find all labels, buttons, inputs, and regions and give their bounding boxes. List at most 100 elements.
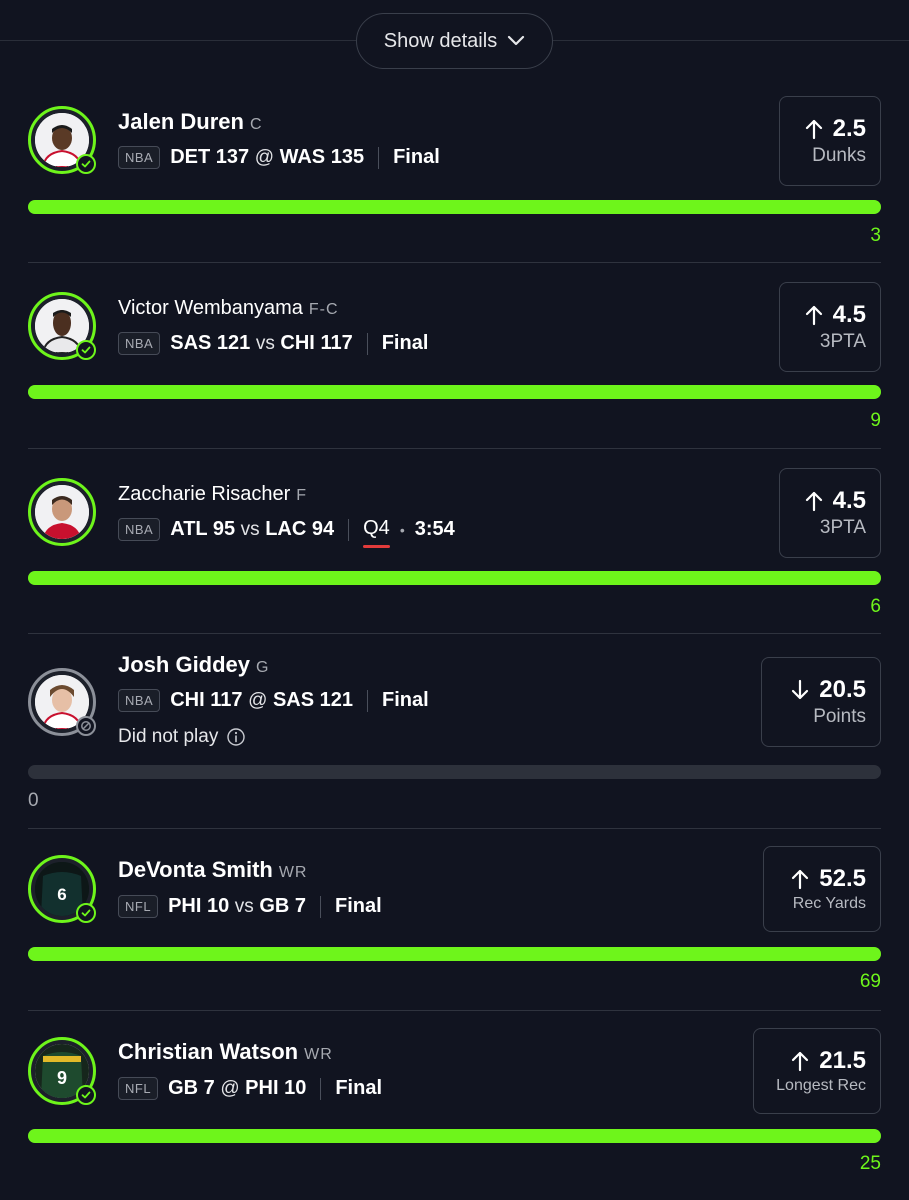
progress-bar <box>28 947 881 961</box>
player-position: F-C <box>308 301 339 318</box>
arrow-down-icon <box>792 679 809 700</box>
game-status: Final <box>381 332 429 354</box>
line-value: 4.5 <box>832 301 866 328</box>
progress-fill <box>28 571 881 585</box>
player-name-text: Jalen Duren <box>118 109 244 134</box>
stat-type: Longest Rec <box>776 1077 866 1094</box>
line-value: 2.5 <box>832 115 866 142</box>
game-status: Final <box>382 689 429 711</box>
player-name: Christian Watson WR <box>118 1039 333 1065</box>
line-value: 20.5 <box>819 676 866 703</box>
divider <box>348 518 350 541</box>
projection-box[interactable]: 4.5 3PTA <box>779 468 881 558</box>
card-divider <box>28 1010 881 1011</box>
stat-type: Points <box>813 706 866 727</box>
arrow-up-icon <box>805 305 822 326</box>
player-name: Josh Giddey G <box>118 652 270 678</box>
player-name: Jalen Duren C <box>118 109 263 135</box>
divider <box>320 1077 322 1100</box>
projection-box[interactable]: 52.5 Rec Yards <box>763 846 881 932</box>
check-icon <box>76 903 96 923</box>
actual-result: 3 <box>870 225 881 246</box>
stat-type: Rec Yards <box>792 895 866 912</box>
progress-fill <box>28 947 881 961</box>
progress-fill <box>28 200 881 214</box>
card-divider <box>28 633 881 634</box>
not-played-icon <box>76 716 96 736</box>
game-info: NBA ATL 95 vs LAC 94 Q4 • 3:54 <box>118 517 455 548</box>
league-badge: NBA <box>118 689 161 712</box>
player-avatar: 6 <box>28 855 96 923</box>
player-name: Zaccharie Risacher F <box>118 483 307 506</box>
did-not-play-label: Did not play <box>118 726 219 747</box>
game-score: PHI 10 vs GB 7 <box>168 895 307 917</box>
actual-result: 6 <box>870 596 881 617</box>
svg-text:9: 9 <box>57 1068 67 1088</box>
stat-type: 3PTA <box>819 517 866 538</box>
separator-dot: • <box>399 521 405 538</box>
divider <box>366 332 368 355</box>
projection-box[interactable]: 2.5 Dunks <box>779 96 881 186</box>
player-name-text: DeVonta Smith <box>118 857 273 882</box>
game-info: NBA SAS 121 vs CHI 117 Final <box>118 332 428 355</box>
player-position: WR <box>278 864 308 881</box>
player-avatar: 9 <box>28 1037 96 1105</box>
player-name: DeVonta Smith WR <box>118 857 307 883</box>
divider <box>320 895 322 918</box>
card-divider <box>28 448 881 449</box>
actual-result: 0 <box>28 790 39 811</box>
game-info: NBA DET 137 @ WAS 135 Final <box>118 146 440 169</box>
card-divider <box>28 828 881 829</box>
divider <box>378 146 380 169</box>
progress-fill <box>28 1129 881 1143</box>
progress-bar <box>28 765 881 779</box>
pick-results-page: Show details Jalen Duren C NBA DET 137 @… <box>0 0 909 1200</box>
game-info: NFL PHI 10 vs GB 7 Final <box>118 895 382 918</box>
player-name: Victor Wembanyama F-C <box>118 297 339 320</box>
actual-result: 9 <box>870 410 881 431</box>
league-badge: NBA <box>118 518 161 541</box>
show-details-button[interactable]: Show details <box>356 13 553 69</box>
chevron-down-icon <box>508 35 525 46</box>
svg-text:6: 6 <box>57 885 66 904</box>
game-quarter: Q4 <box>363 517 390 548</box>
arrow-up-icon <box>792 869 809 890</box>
progress-bar <box>28 1129 881 1143</box>
league-badge: NFL <box>118 895 159 918</box>
show-details-label: Show details <box>383 29 498 52</box>
stat-type: 3PTA <box>819 331 866 352</box>
player-position: WR <box>304 1046 333 1063</box>
player-avatar <box>28 668 96 736</box>
game-score: SAS 121 vs CHI 117 <box>170 332 353 354</box>
game-clock: 3:54 <box>414 518 455 540</box>
check-icon <box>76 340 96 360</box>
line-value: 4.5 <box>832 487 866 514</box>
actual-result: 25 <box>859 1153 881 1174</box>
line-value: 21.5 <box>819 1047 866 1074</box>
player-avatar <box>28 478 96 546</box>
did-not-play-note: Did not play <box>118 726 246 748</box>
info-icon[interactable] <box>226 727 246 747</box>
player-avatar <box>28 106 96 174</box>
actual-result: 69 <box>859 971 881 992</box>
check-icon <box>76 154 96 174</box>
progress-bar <box>28 200 881 214</box>
progress-bar <box>28 571 881 585</box>
game-score: DET 137 @ WAS 135 <box>170 146 365 168</box>
stat-type: Dunks <box>812 145 866 166</box>
projection-box[interactable]: 4.5 3PTA <box>779 282 881 372</box>
game-score: ATL 95 vs LAC 94 <box>170 518 335 540</box>
player-position: G <box>256 659 270 676</box>
game-status: Final <box>335 895 382 917</box>
player-photo <box>35 485 89 539</box>
progress-bar <box>28 385 881 399</box>
player-avatar <box>28 292 96 360</box>
league-badge: NBA <box>118 146 161 169</box>
projection-box[interactable]: 21.5 Longest Rec <box>753 1028 881 1114</box>
line-value: 52.5 <box>819 865 866 892</box>
player-position: F <box>296 487 308 504</box>
game-info: NBA CHI 117 @ SAS 121 Final <box>118 689 429 712</box>
projection-box[interactable]: 20.5 Points <box>761 657 881 747</box>
league-badge: NBA <box>118 332 161 355</box>
game-status: Final <box>335 1077 382 1099</box>
